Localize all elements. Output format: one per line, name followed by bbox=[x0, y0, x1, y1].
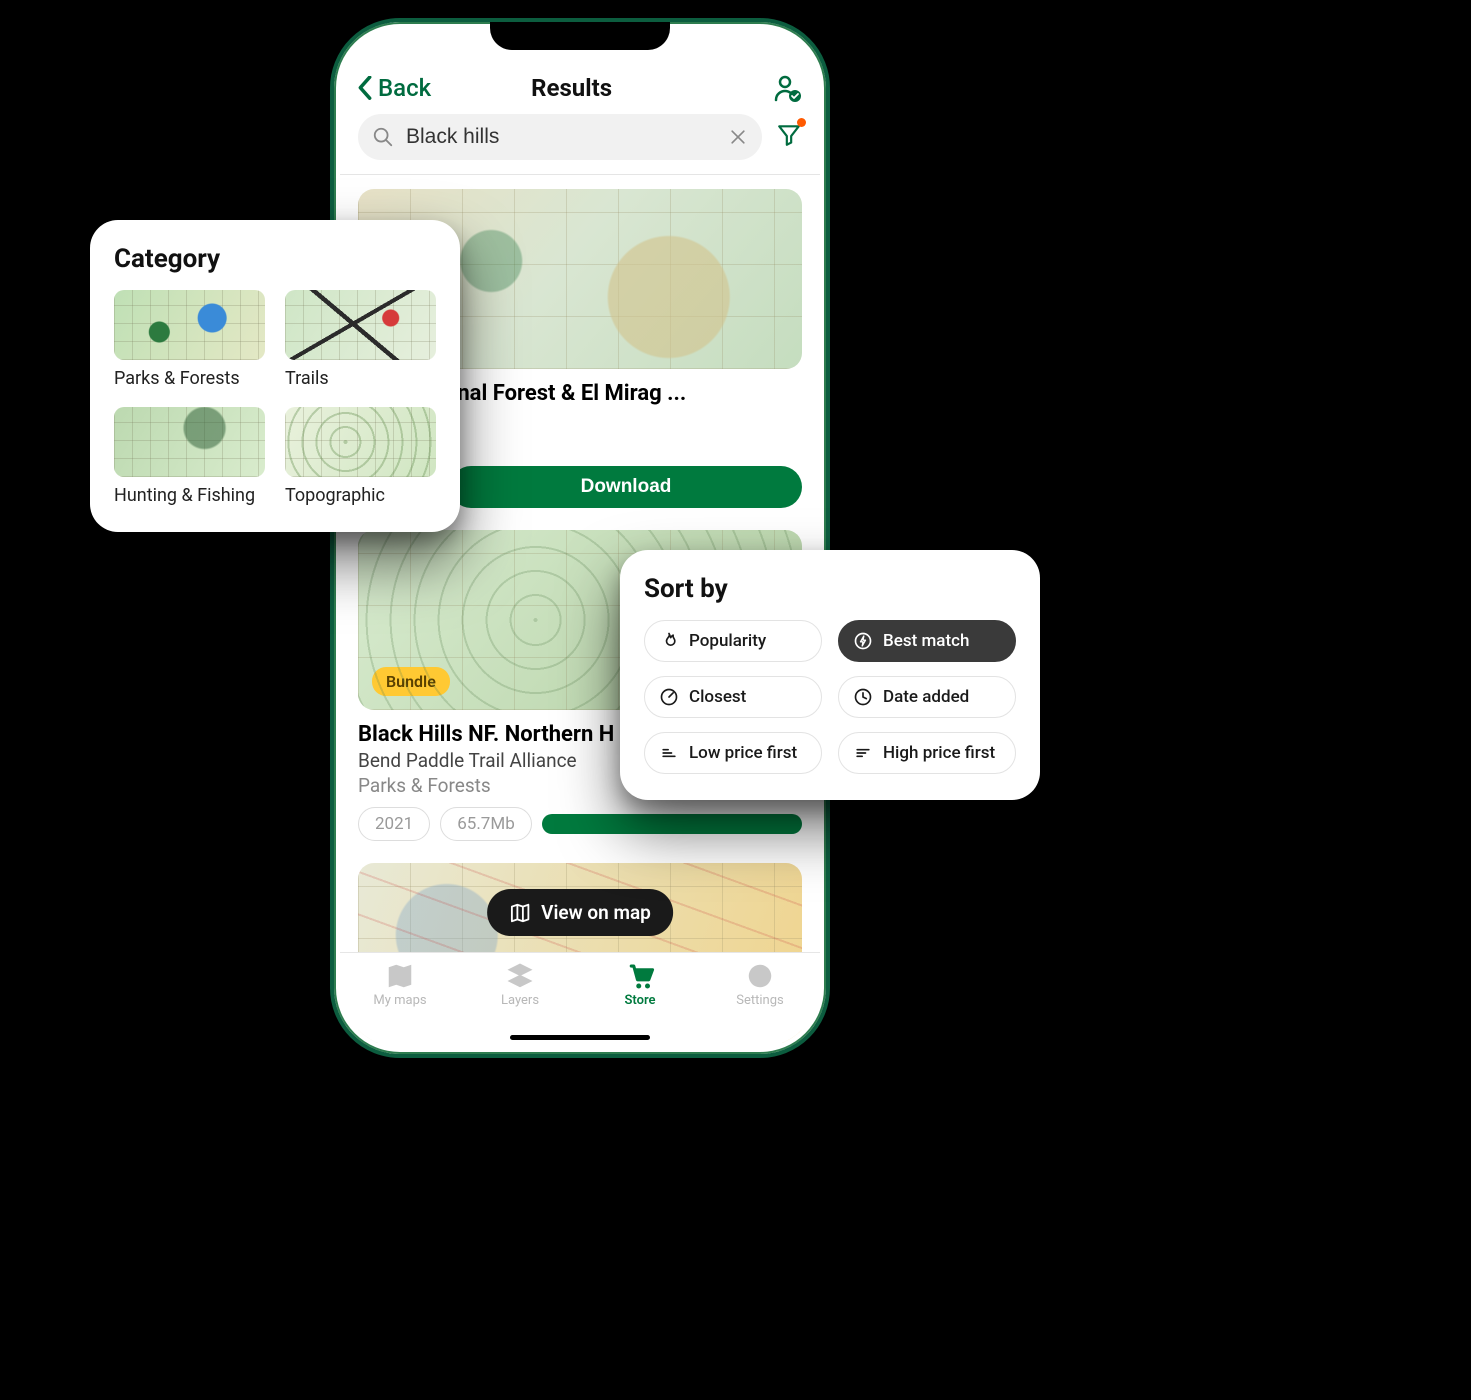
cart-icon bbox=[625, 961, 655, 991]
bundle-badge: Bundle bbox=[372, 667, 450, 696]
bolt-icon bbox=[853, 631, 873, 651]
tab-label: Store bbox=[624, 993, 655, 1008]
profile-button[interactable] bbox=[772, 74, 802, 102]
sort-option-high-price[interactable]: High price first bbox=[838, 732, 1016, 774]
tab-bar: My maps Layers Store Settings bbox=[340, 952, 820, 1048]
tab-label: Settings bbox=[736, 993, 783, 1008]
home-indicator bbox=[510, 1035, 650, 1040]
category-label: Parks & Forests bbox=[114, 368, 265, 389]
tab-mymaps[interactable]: My maps bbox=[340, 957, 460, 1048]
map-icon bbox=[509, 902, 531, 924]
download-button[interactable] bbox=[542, 814, 802, 834]
category-label: Trails bbox=[285, 368, 436, 389]
page-title: Results bbox=[371, 74, 772, 102]
layers-icon bbox=[505, 961, 535, 991]
sort-option-popularity[interactable]: Popularity bbox=[644, 620, 822, 662]
sort-label: Best match bbox=[883, 631, 969, 651]
tab-label: My maps bbox=[373, 993, 426, 1008]
filter-active-dot bbox=[797, 118, 806, 127]
category-thumbnail bbox=[285, 290, 436, 360]
category-item-trails[interactable]: Trails bbox=[285, 290, 436, 389]
screen: Back Results bbox=[340, 28, 820, 1048]
category-thumbnail bbox=[114, 407, 265, 477]
sort-label: Popularity bbox=[689, 631, 766, 651]
year-chip: 2021 bbox=[358, 807, 430, 841]
download-button[interactable]: Download bbox=[450, 466, 802, 508]
notch bbox=[490, 22, 670, 50]
sort-desc-icon bbox=[853, 743, 873, 763]
tab-label: Layers bbox=[501, 993, 539, 1008]
search-input[interactable] bbox=[404, 124, 718, 150]
header: Back Results bbox=[340, 70, 820, 108]
sort-label: High price first bbox=[883, 743, 995, 763]
sort-panel: Sort by Popularity Best match Closest Da… bbox=[620, 550, 1040, 800]
flame-icon bbox=[659, 631, 679, 651]
sort-option-date-added[interactable]: Date added bbox=[838, 676, 1016, 718]
sort-label: Low price first bbox=[689, 743, 797, 763]
category-item-topographic[interactable]: Topographic bbox=[285, 407, 436, 506]
map-icon bbox=[385, 961, 415, 991]
category-label: Hunting & Fishing bbox=[114, 485, 265, 506]
view-on-map-label: View on map bbox=[541, 901, 651, 924]
sort-asc-icon bbox=[659, 743, 679, 763]
sort-label: Date added bbox=[883, 687, 969, 707]
category-title: Category bbox=[114, 244, 436, 274]
gear-icon bbox=[745, 961, 775, 991]
sort-option-low-price[interactable]: Low price first bbox=[644, 732, 822, 774]
sort-option-closest[interactable]: Closest bbox=[644, 676, 822, 718]
category-label: Topographic bbox=[285, 485, 436, 506]
chevron-left-icon bbox=[358, 76, 372, 99]
category-item-hunting[interactable]: Hunting & Fishing bbox=[114, 407, 265, 506]
search-row bbox=[340, 108, 820, 174]
clock-icon bbox=[853, 687, 873, 707]
profile-check-icon bbox=[773, 74, 801, 102]
search-icon bbox=[372, 126, 394, 148]
sort-title: Sort by bbox=[644, 574, 1016, 604]
category-thumbnail bbox=[114, 290, 265, 360]
view-on-map-button[interactable]: View on map bbox=[487, 889, 673, 936]
tab-settings[interactable]: Settings bbox=[700, 957, 820, 1048]
category-thumbnail bbox=[285, 407, 436, 477]
search-field[interactable] bbox=[358, 114, 762, 160]
phone-frame: Back Results bbox=[330, 18, 830, 1058]
filter-button[interactable] bbox=[776, 122, 802, 152]
size-chip: 65.7Mb bbox=[440, 807, 532, 841]
clear-icon[interactable] bbox=[728, 127, 748, 147]
category-panel: Category Parks & Forests Trails Hunting … bbox=[90, 220, 460, 532]
sort-label: Closest bbox=[689, 687, 746, 707]
category-item-parks[interactable]: Parks & Forests bbox=[114, 290, 265, 389]
target-icon bbox=[659, 687, 679, 707]
sort-option-best-match[interactable]: Best match bbox=[838, 620, 1016, 662]
